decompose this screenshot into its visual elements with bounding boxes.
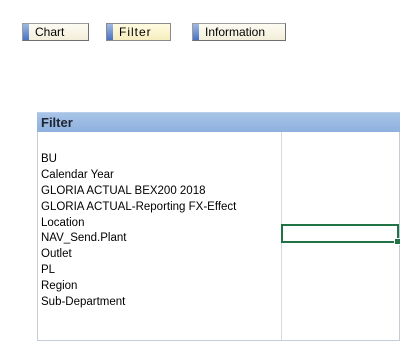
filter-panel: Filter BU Calendar Year GLORIA ACTUAL BE… — [37, 112, 401, 341]
filter-item-location[interactable]: Location — [41, 216, 236, 232]
filter-item-nav-send-plant[interactable]: NAV_Send.Plant — [41, 231, 236, 247]
tab-accent — [107, 24, 113, 40]
fill-handle[interactable] — [394, 238, 401, 245]
tab-chart-label: Chart — [35, 25, 65, 39]
tab-accent — [193, 24, 199, 40]
filter-item-pl[interactable]: PL — [41, 263, 236, 279]
tab-filter-label: Filter — [119, 25, 152, 39]
filter-item-calendar-year[interactable]: Calendar Year — [41, 168, 236, 184]
filter-item-bu[interactable]: BU — [41, 152, 236, 168]
filter-item-sub-department[interactable]: Sub-Department — [41, 295, 236, 311]
tab-information-label: Information — [205, 25, 266, 39]
filter-item-gloria-actual-bex200-2018[interactable]: GLORIA ACTUAL BEX200 2018 — [41, 184, 236, 200]
tab-chart[interactable]: Chart — [22, 23, 89, 41]
tab-accent — [23, 24, 29, 40]
tab-information[interactable]: Information — [192, 23, 286, 41]
filter-item-outlet[interactable]: Outlet — [41, 247, 236, 263]
tab-filter[interactable]: Filter — [106, 23, 171, 41]
panel-title: Filter — [41, 115, 73, 130]
filter-item-region[interactable]: Region — [41, 279, 236, 295]
selected-cell[interactable] — [281, 224, 401, 245]
filter-item-gloria-actual-reporting-fx-effect[interactable]: GLORIA ACTUAL-Reporting FX-Effect — [41, 200, 236, 216]
filter-list: BU Calendar Year GLORIA ACTUAL BEX200 20… — [41, 152, 236, 311]
filter-panel-header: Filter — [37, 112, 400, 132]
